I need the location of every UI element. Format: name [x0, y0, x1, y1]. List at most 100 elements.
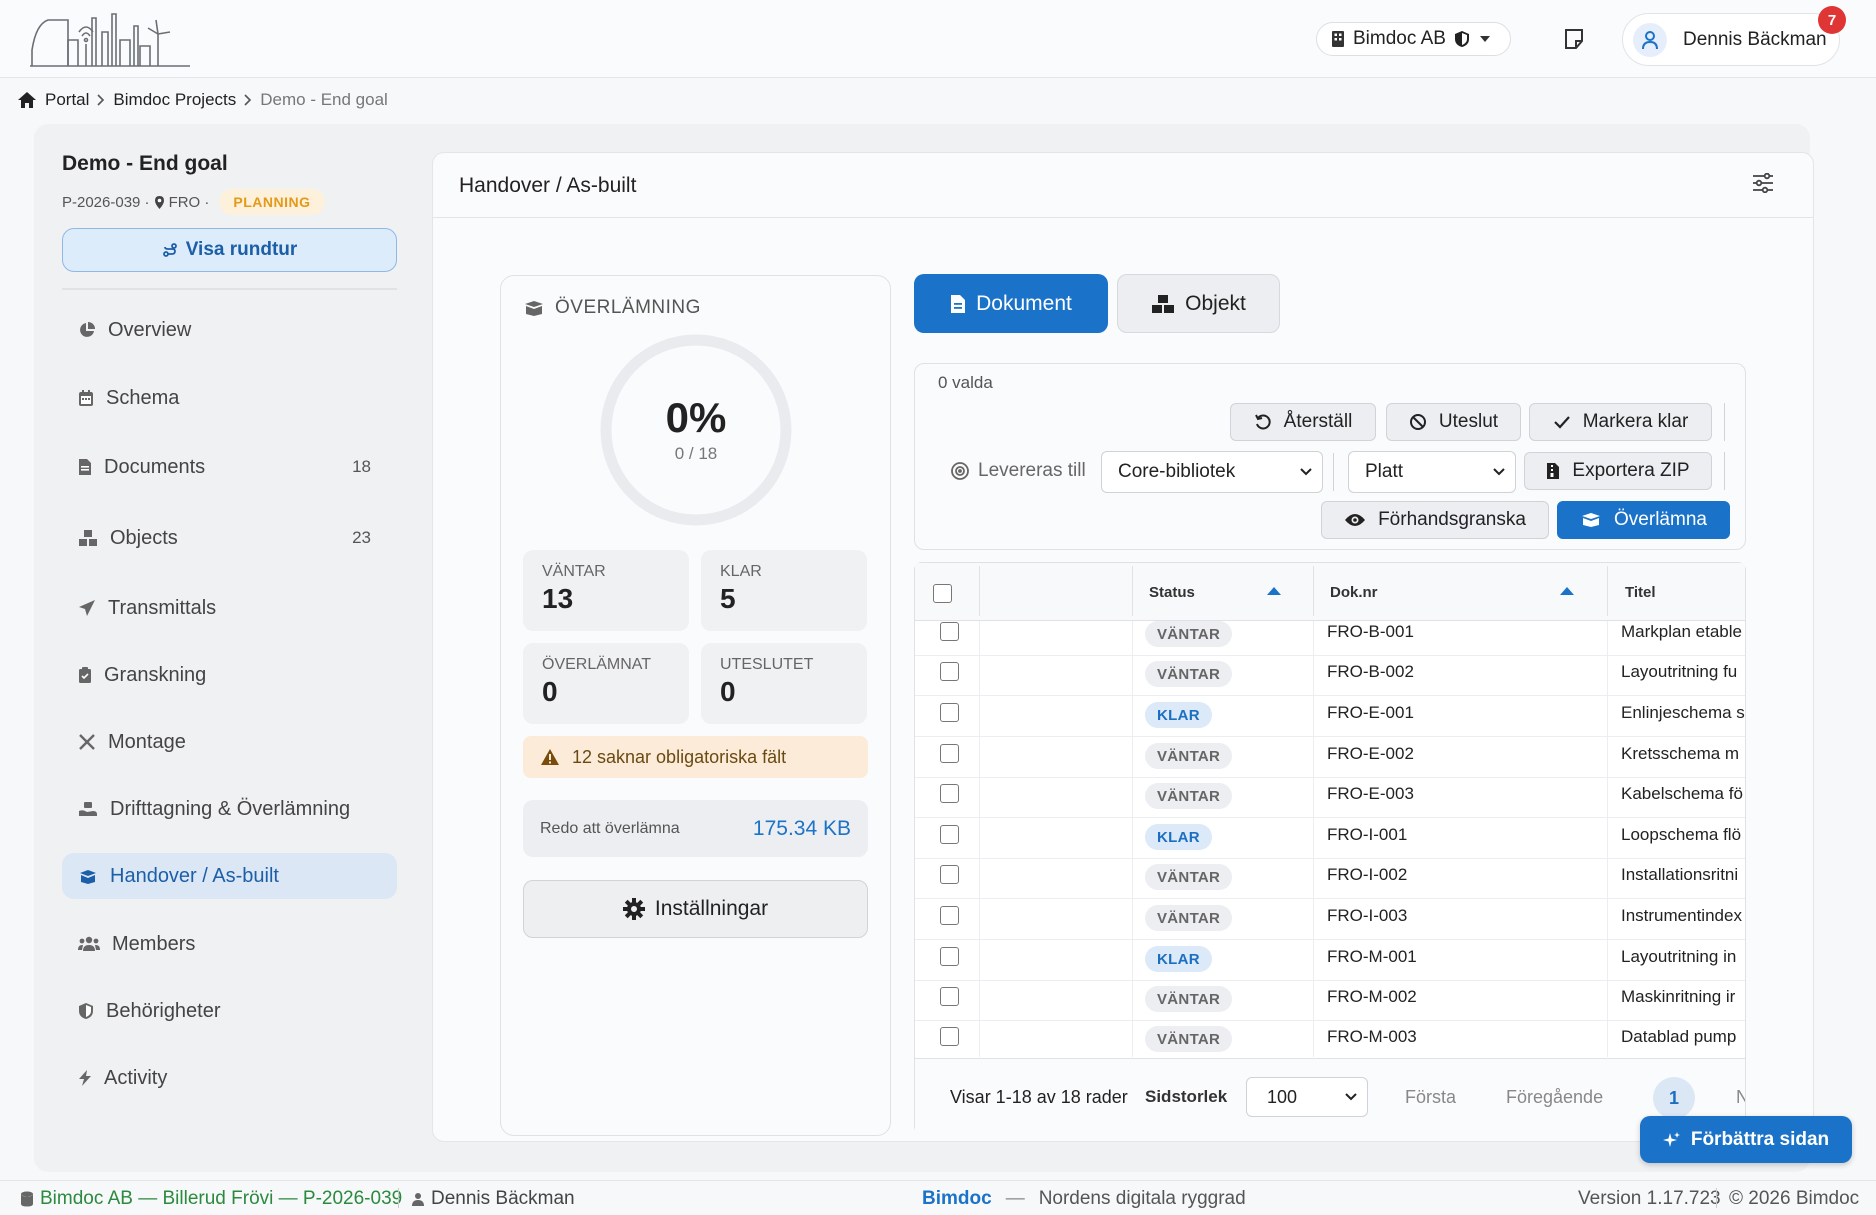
status-badge: VÄNTAR: [1145, 743, 1233, 769]
stat-value: 13: [542, 583, 574, 614]
mark-done-button[interactable]: Markera klar: [1529, 403, 1712, 441]
table-row[interactable]: VÄNTAR FRO-B-002 Layoutritning fu: [915, 656, 1745, 696]
row-checkbox[interactable]: [940, 906, 959, 925]
row-checkbox[interactable]: [940, 744, 959, 763]
row-checkbox[interactable]: [940, 1027, 959, 1046]
sidebar-item-permissions[interactable]: Behörigheter: [62, 988, 397, 1034]
row-checkbox[interactable]: [940, 947, 959, 966]
progress-percent: 0%: [665, 394, 727, 441]
export-zip-label: Exportera ZIP: [1572, 460, 1690, 481]
notes-icon[interactable]: [1562, 27, 1586, 51]
sidebar-item-montage[interactable]: Montage: [62, 719, 397, 765]
table-row[interactable]: KLAR FRO-I-001 Loopschema flö: [915, 819, 1745, 859]
pager-next[interactable]: N: [1736, 1087, 1745, 1108]
row-checkbox[interactable]: [940, 622, 959, 641]
column-header-doc-no[interactable]: Dok.nr: [1330, 584, 1378, 601]
sidebar-item-count: 18: [352, 457, 371, 476]
sliders-icon[interactable]: [1752, 173, 1774, 193]
table-row[interactable]: VÄNTAR FRO-I-003 Instrumentindex: [915, 900, 1745, 940]
page-size-select[interactable]: 100: [1246, 1077, 1368, 1117]
file-zip-icon: [1546, 462, 1560, 480]
exclude-button[interactable]: Uteslut: [1386, 403, 1521, 441]
sidebar-item-granskning[interactable]: Granskning: [62, 652, 397, 698]
organization-selector[interactable]: Bimdoc AB: [1316, 22, 1511, 56]
clipboard-check-icon: [78, 666, 92, 684]
structure-select[interactable]: Platt: [1348, 451, 1516, 493]
settings-button[interactable]: Inställningar: [523, 880, 868, 938]
sidebar-item-members[interactable]: Members: [62, 921, 397, 967]
improve-page-button[interactable]: Förbättra sidan: [1640, 1116, 1852, 1163]
sidebar-item-transmittals[interactable]: Transmittals: [62, 585, 397, 631]
table-row[interactable]: VÄNTAR FRO-I-002 Installationsritni: [915, 859, 1745, 899]
row-checkbox[interactable]: [940, 825, 959, 844]
breadcrumb-projects[interactable]: Bimdoc Projects: [113, 90, 236, 110]
doc-number: FRO-M-003: [1327, 1027, 1417, 1046]
ready-size: 175.34 KB: [752, 816, 851, 840]
sidebar-item-schema[interactable]: Schema: [62, 375, 397, 421]
footer-divider: [1716, 1188, 1717, 1208]
export-zip-button[interactable]: Exportera ZIP: [1524, 452, 1712, 490]
stat-label: UTESLUTET: [720, 656, 814, 673]
status-badge: VÄNTAR: [1145, 986, 1233, 1012]
breadcrumb-portal[interactable]: Portal: [45, 90, 89, 110]
sidebar-item-drifttagning[interactable]: Drifttagning & Överlämning: [62, 786, 397, 832]
status-badge: VÄNTAR: [1145, 864, 1233, 890]
row-checkbox[interactable]: [940, 662, 959, 681]
tab-documents[interactable]: Dokument: [914, 274, 1108, 333]
breadcrumb-current: Demo - End goal: [260, 90, 388, 109]
table-row[interactable]: KLAR FRO-M-001 Layoutritning in: [915, 941, 1745, 981]
sidebar-item-activity[interactable]: Activity: [62, 1055, 397, 1101]
sidebar-item-overview[interactable]: Overview: [62, 307, 397, 353]
cubes-icon: [1151, 294, 1175, 314]
footer-divider: [398, 1188, 399, 1208]
column-header-status[interactable]: Status: [1149, 584, 1195, 601]
row-checkbox[interactable]: [940, 703, 959, 722]
home-icon[interactable]: [17, 91, 37, 109]
user-menu[interactable]: Dennis Bäckman: [1622, 13, 1840, 66]
company-logo[interactable]: [30, 10, 190, 68]
row-checkbox[interactable]: [940, 784, 959, 803]
row-checkbox[interactable]: [940, 865, 959, 884]
file-icon: [950, 294, 966, 314]
toolbar-divider: [1724, 403, 1725, 441]
table-row[interactable]: VÄNTAR FRO-B-001 Markplan etable: [915, 616, 1745, 656]
footer-copyright: © 2026 Bimdoc: [1729, 1188, 1860, 1209]
stat-waiting: VÄNTAR 13: [523, 550, 689, 631]
sidebar-item-objects[interactable]: Objects 23: [62, 515, 397, 561]
sort-asc-icon[interactable]: [1559, 586, 1575, 596]
sidebar-item-label: Granskning: [104, 663, 207, 686]
preview-button[interactable]: Förhandsgranska: [1321, 501, 1549, 539]
sidebar-item-documents[interactable]: Documents 18: [62, 444, 397, 490]
select-all-checkbox[interactable]: [933, 584, 952, 603]
doc-number: FRO-M-001: [1327, 947, 1417, 966]
pager-previous[interactable]: Föregående: [1506, 1087, 1603, 1108]
doc-number: FRO-I-003: [1327, 906, 1408, 925]
doc-title: Layoutritning fu: [1621, 662, 1738, 681]
table-row[interactable]: KLAR FRO-E-001 Enlinjeschema s: [915, 697, 1745, 737]
table-row[interactable]: VÄNTAR FRO-E-003 Kabelschema fö: [915, 778, 1745, 818]
stat-excluded: UTESLUTET 0: [701, 643, 867, 724]
pager-current-page[interactable]: 1: [1653, 1077, 1695, 1119]
pager-first[interactable]: Första: [1405, 1087, 1456, 1108]
row-checkbox[interactable]: [940, 987, 959, 1006]
sort-asc-icon[interactable]: [1266, 586, 1282, 596]
user-name: Dennis Bäckman: [1683, 28, 1827, 50]
column-header-title[interactable]: Titel: [1625, 584, 1656, 601]
stat-handed-over: ÖVERLÄMNAT 0: [523, 643, 689, 724]
show-tour-button[interactable]: Visa rundtur: [62, 228, 397, 272]
missing-fields-warning[interactable]: 12 saknar obligatoriska fält: [523, 736, 868, 778]
stat-value: 0: [720, 676, 736, 707]
table-row[interactable]: VÄNTAR FRO-E-002 Kretsschema m: [915, 738, 1745, 778]
reset-button[interactable]: Återställ: [1230, 403, 1376, 441]
deliver-target-select[interactable]: Core-bibliotek: [1101, 451, 1323, 493]
doc-number: FRO-I-001: [1327, 825, 1408, 844]
tab-objects[interactable]: Objekt: [1117, 274, 1280, 333]
box-open-icon: [1580, 512, 1602, 528]
notification-badge[interactable]: 7: [1818, 6, 1846, 34]
table-row[interactable]: VÄNTAR FRO-M-003 Datablad pump: [915, 1021, 1745, 1057]
doc-title: Instrumentindex: [1621, 906, 1742, 925]
sidebar-item-handover[interactable]: Handover / As-built: [62, 853, 397, 899]
file-icon: [78, 458, 92, 476]
table-row[interactable]: VÄNTAR FRO-M-002 Maskinritning ir: [915, 981, 1745, 1021]
handover-button[interactable]: Överlämna: [1557, 501, 1730, 539]
